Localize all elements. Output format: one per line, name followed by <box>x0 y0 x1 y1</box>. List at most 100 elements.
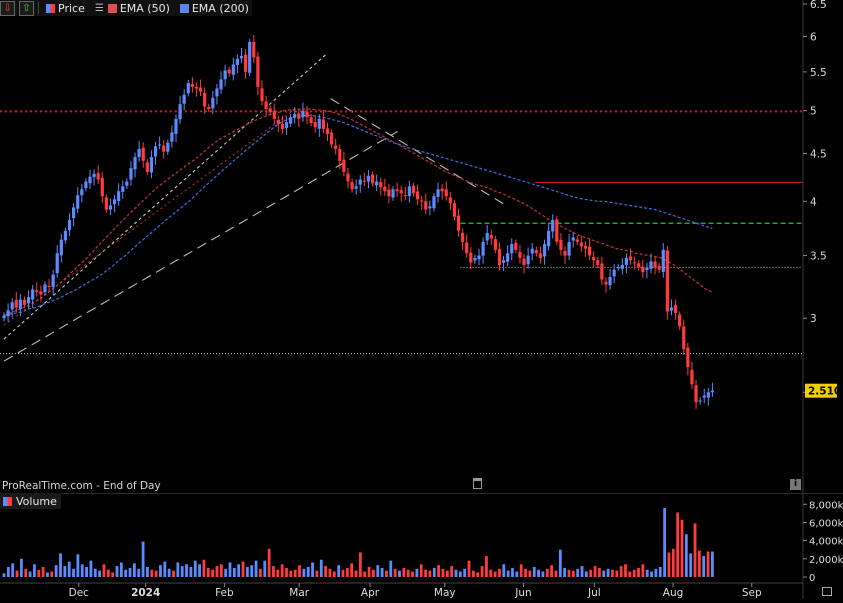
candle-body <box>420 200 424 202</box>
candle-body <box>481 241 485 256</box>
candle-body <box>379 182 383 188</box>
volume-bar <box>358 552 362 577</box>
volume-bar <box>376 565 380 577</box>
volume-bar <box>480 566 484 577</box>
candle-body <box>587 246 592 256</box>
candle-body <box>665 250 669 312</box>
candle-body <box>51 274 55 287</box>
candle-body <box>579 242 583 247</box>
candle-body <box>67 220 72 231</box>
volume-bar <box>119 562 123 577</box>
volume-bar <box>667 552 671 577</box>
volume-bar <box>159 565 162 577</box>
x-tick-label: Dec <box>69 587 90 599</box>
candle-body <box>547 230 551 247</box>
volume-bar <box>489 569 493 577</box>
volume-panel[interactable]: 0 2,000k 4,000k 6,000k 8,000k Dec 2024 Feb Mar A… <box>0 492 843 599</box>
volume-bar <box>150 569 154 577</box>
candle-body <box>219 79 223 90</box>
volume-bar <box>450 566 454 577</box>
volume-bar <box>671 548 675 577</box>
volume-tick-label: 0 <box>809 573 815 584</box>
candle-body <box>522 258 526 265</box>
volume-bar <box>263 560 267 577</box>
volume-tick-label: 4,000k <box>809 537 843 548</box>
candle-body <box>530 248 534 254</box>
legend-price[interactable]: Price <box>43 2 88 15</box>
candle-body <box>436 189 440 197</box>
volume-bar <box>15 570 19 577</box>
volume-bar <box>541 571 545 577</box>
data-source-label: ProRealTime.com - End of Day <box>2 480 161 492</box>
volume-bar <box>124 569 128 577</box>
volume-bar <box>471 570 475 577</box>
candle-body <box>2 315 6 319</box>
candle-body <box>289 117 293 124</box>
candle-body <box>235 58 240 66</box>
chart-legend: ⇩ ⇧ Price ☰ EMA (50) EMA (200) <box>0 0 252 16</box>
candle-body <box>100 177 104 197</box>
candle-body <box>14 299 18 308</box>
candle-body <box>31 289 35 300</box>
volume-bar <box>393 568 397 577</box>
candle-body <box>555 219 559 242</box>
candle-body <box>309 117 313 124</box>
volume-bar <box>241 561 245 577</box>
volume-legend-label: Volume <box>16 494 57 508</box>
volume-bar <box>654 568 658 577</box>
candle-body <box>473 257 477 261</box>
volume-bar <box>67 561 71 577</box>
candle-body <box>493 239 497 250</box>
grid-icon[interactable] <box>822 587 832 596</box>
volume-bar <box>146 567 149 577</box>
calendar-icon[interactable] <box>473 478 482 489</box>
y-tick-label: 4 <box>810 196 817 208</box>
volume-bar <box>345 567 349 577</box>
volume-bar <box>272 566 275 577</box>
volume-bar <box>219 564 223 577</box>
candle-body <box>63 230 68 241</box>
candle-body <box>633 262 637 264</box>
volume-bar <box>389 560 393 577</box>
legend-ema200-label: EMA (200) <box>191 1 249 15</box>
volume-bar <box>637 567 640 577</box>
y-tick-label: 4.5 <box>810 148 827 160</box>
volume-bar <box>19 558 23 577</box>
volume-bar <box>650 571 653 577</box>
arrow-down-icon[interactable]: ⇩ <box>0 0 15 16</box>
legend-ema50[interactable]: ☰ EMA (50) <box>92 2 173 15</box>
candle-body <box>424 201 428 210</box>
volume-bar <box>115 566 119 577</box>
volume-bar <box>606 568 610 577</box>
price-chart-panel[interactable]: 2.533.544.555.566.5 2.510 ⇩ ⇧ Price ☰ EM… <box>0 0 843 493</box>
candle-body <box>501 260 506 263</box>
candle-body <box>538 253 543 258</box>
candle-body <box>329 132 334 145</box>
volume-bar <box>232 567 236 577</box>
candle-body <box>698 400 702 402</box>
volume-bar <box>337 565 341 577</box>
volume-bar <box>563 567 567 577</box>
candle-body <box>391 189 395 198</box>
volume-bar <box>285 567 288 577</box>
candle-body <box>534 250 538 254</box>
volume-bar <box>380 567 384 577</box>
arrow-up-icon[interactable]: ⇧ <box>19 0 34 16</box>
volume-legend[interactable]: Volume <box>0 493 61 509</box>
volume-bar <box>298 565 301 577</box>
x-tick-label: Feb <box>215 587 234 599</box>
volume-bar <box>180 566 184 577</box>
candle-body <box>702 395 706 398</box>
volume-bar <box>11 563 15 577</box>
volume-bar <box>524 568 527 577</box>
volume-bar <box>645 569 649 577</box>
settings-lines-icon: ☰ <box>94 2 104 14</box>
candle-body <box>76 195 80 209</box>
volume-bar <box>254 560 258 577</box>
candle-body <box>653 261 657 268</box>
volume-bar <box>532 567 536 577</box>
info-icon[interactable]: i <box>790 479 801 490</box>
legend-ema200[interactable]: EMA (200) <box>177 2 252 15</box>
volume-bar <box>328 568 332 577</box>
volume-bar <box>63 566 67 577</box>
